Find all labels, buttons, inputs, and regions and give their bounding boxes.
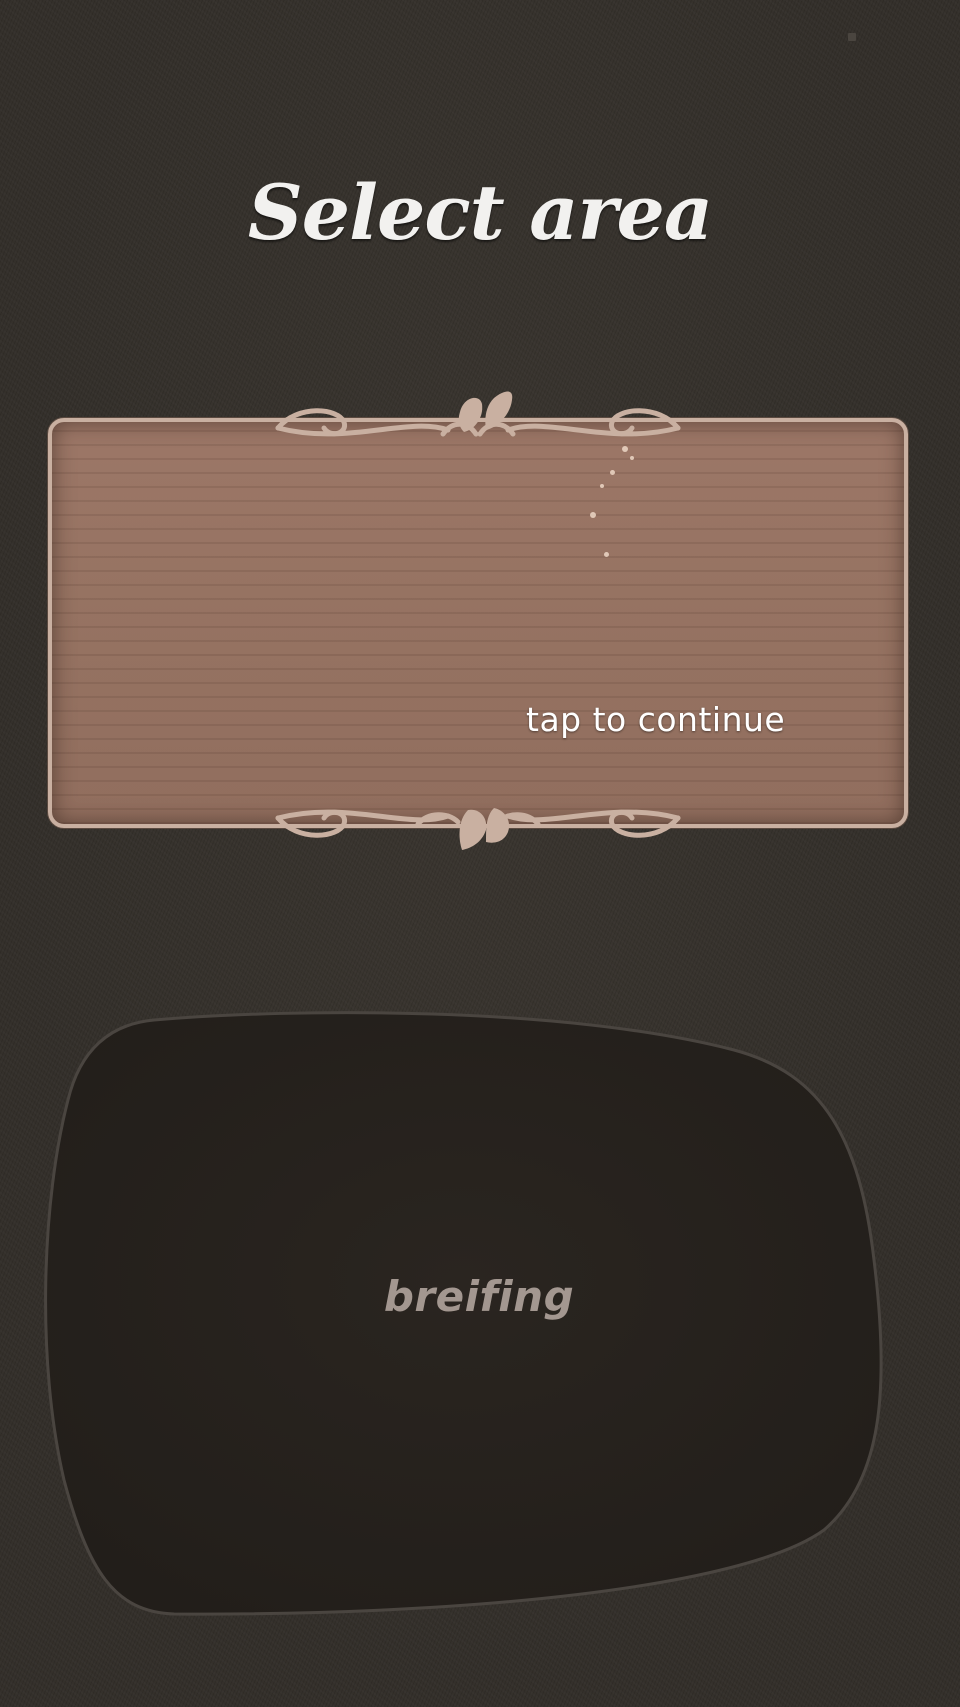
sparkle: [600, 484, 604, 488]
sparkle: [630, 456, 634, 460]
briefing-label[interactable]: breifing: [44, 1272, 914, 1321]
sparkle: [590, 512, 596, 518]
sparkle: [604, 552, 609, 557]
tap-to-continue-label[interactable]: tap to continue: [526, 700, 785, 739]
sparkle: [622, 446, 628, 452]
area-card[interactable]: tap to continue: [48, 391, 908, 850]
page-title: Select area: [247, 168, 713, 257]
sparkle: [610, 470, 615, 475]
bottom-ornament-icon: [275, 808, 681, 850]
briefing-panel[interactable]: breifing: [44, 1010, 914, 1620]
corner-mark: [848, 33, 856, 41]
top-ornament-icon: [275, 391, 681, 437]
wood-plank-panel: [48, 418, 908, 828]
